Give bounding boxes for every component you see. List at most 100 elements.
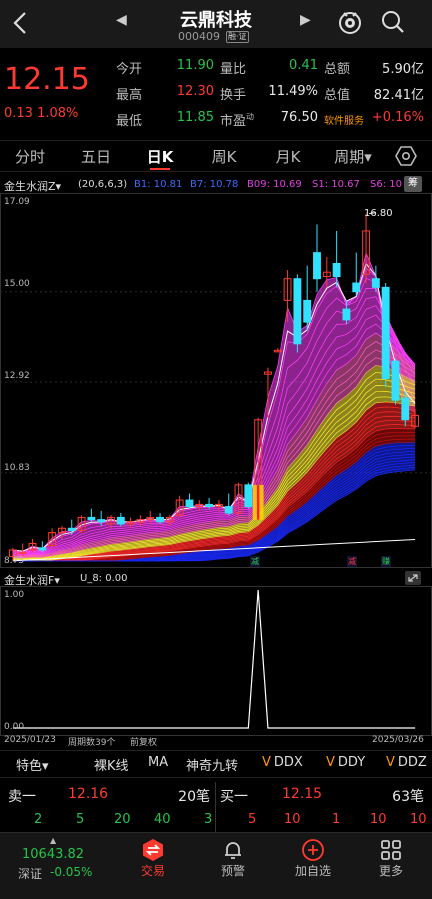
- candle-body: [97, 519, 106, 523]
- candle-body: [185, 499, 194, 508]
- trade-icon: [143, 839, 163, 861]
- indicator-params: (20,6,6,3): [78, 179, 128, 190]
- toolbar-ddx[interactable]: V DDX: [262, 755, 303, 770]
- y-label-2: 15.00: [4, 279, 30, 289]
- high-value: 12.30: [176, 84, 214, 99]
- kline-chart[interactable]: [0, 193, 432, 568]
- expand-icon[interactable]: [404, 570, 422, 586]
- price-adjust-mode[interactable]: 前复权: [130, 735, 157, 748]
- toolbar-featured-dropdown[interactable]: 特色▾: [16, 755, 49, 774]
- y-label-top: 17.09: [4, 197, 30, 207]
- nav-add-watchlist[interactable]: 加自选: [270, 832, 356, 899]
- sell-one-price: 12.16: [68, 786, 109, 802]
- candle-body: [352, 282, 361, 293]
- margin-tag-badge: 融·证: [226, 31, 249, 43]
- sub-y-label-bottom: 0.00: [4, 722, 25, 732]
- candle-body: [67, 527, 76, 531]
- toolbar-ddz[interactable]: V DDZ: [386, 755, 427, 770]
- indicator-value-s1: S1: 10.67: [312, 179, 360, 190]
- settings-hexagon-icon[interactable]: [395, 145, 417, 167]
- candle-body: [401, 397, 410, 421]
- open-label: 今开: [116, 62, 143, 77]
- candle-body: [313, 252, 321, 280]
- pe-value: 76.50: [280, 110, 318, 125]
- u8-series-line: [12, 589, 416, 729]
- candle-body: [244, 484, 253, 508]
- signal-marker-2: 减: [347, 556, 357, 567]
- tab-intraday[interactable]: 分时: [10, 146, 50, 167]
- peak-price-label: 16.80: [364, 208, 393, 219]
- toolbar-ddy[interactable]: V DDY: [326, 755, 365, 770]
- tab-monthly-k[interactable]: 月K: [268, 146, 308, 167]
- vip-badge-icon: V: [326, 755, 335, 770]
- sell-one-quantity: 20笔: [178, 789, 210, 805]
- vip-badge-icon: V: [262, 755, 271, 770]
- candle-body: [38, 547, 47, 551]
- candle-body: [371, 278, 380, 288]
- sub-y-label-top: 1.00: [4, 590, 25, 600]
- toolbar-magic-nine[interactable]: 神奇九转: [186, 755, 238, 774]
- current-price: 12.15: [4, 62, 90, 97]
- buy-detail-1: 5: [248, 812, 257, 827]
- indicator-selector[interactable]: 金生水润Z▾: [4, 178, 61, 194]
- active-tab-underline: [150, 168, 170, 170]
- pe-label-sup: 动: [246, 112, 255, 122]
- sector-label[interactable]: 软件服务: [324, 112, 364, 127]
- nav-alert[interactable]: 预警: [190, 832, 276, 899]
- indicator-fan: [12, 251, 416, 562]
- candle-body: [293, 278, 302, 345]
- sub-indicator-chart[interactable]: [0, 586, 432, 736]
- indicator-value-b7: B7: 10.78: [190, 179, 239, 190]
- tab-daily-k[interactable]: 日K: [140, 146, 180, 167]
- grid-icon: [381, 840, 401, 860]
- start-date: 2025/01/23: [4, 735, 56, 745]
- candle-body: [87, 516, 96, 521]
- nav-alert-label: 预警: [220, 864, 245, 878]
- stock-code: 000409: [178, 30, 220, 43]
- candle-body: [116, 516, 125, 525]
- pe-label-text: 市盈: [220, 114, 247, 129]
- toolbar-ddy-label: DDY: [337, 755, 366, 770]
- low-value: 11.85: [176, 110, 214, 125]
- candle-body: [205, 503, 214, 508]
- index-ticker[interactable]: ▲ 10643.82 深证 -0.05%: [0, 832, 108, 899]
- end-date: 2025/03/26: [372, 735, 424, 745]
- market-cap-label: 总值: [324, 88, 351, 103]
- tab-five-day[interactable]: 五日: [76, 146, 116, 167]
- sell-detail-2: 5: [76, 812, 85, 827]
- volume-ratio-value: 0.41: [289, 58, 318, 73]
- search-icon[interactable]: [380, 8, 406, 36]
- high-label: 最高: [116, 88, 143, 103]
- turnover-value: 11.49%: [268, 84, 318, 99]
- tab-weekly-k[interactable]: 周K: [204, 146, 244, 167]
- tab-period-dropdown[interactable]: 周期▾: [328, 146, 378, 167]
- nav-more[interactable]: 更多: [348, 832, 432, 899]
- volume-ratio-label: 量比: [220, 62, 247, 77]
- caret-up-icon: ▲: [50, 836, 57, 845]
- amount-value: 5.90亿: [382, 62, 424, 77]
- sub-chart-grid: [0, 586, 432, 736]
- robot-assistant-icon[interactable]: [336, 8, 364, 36]
- signal-marker-3: 赚: [381, 556, 391, 567]
- candle-body: [303, 299, 312, 323]
- toolbar-ma[interactable]: MA: [148, 755, 168, 770]
- sell-detail-3: 20: [114, 812, 131, 827]
- toolbar-naked-k[interactable]: 裸K线: [94, 755, 129, 774]
- nav-more-label: 更多: [378, 864, 403, 878]
- change-percent: 1.08%: [37, 106, 79, 121]
- vip-badge-icon: V: [386, 755, 395, 770]
- order-book-divider: [215, 782, 216, 832]
- signal-marker-1: 减: [250, 556, 260, 567]
- next-stock-button[interactable]: ▶: [300, 12, 311, 28]
- indicator-value-b09: B09: 10.69: [247, 179, 302, 190]
- price-change: 0.13 1.08%: [4, 106, 78, 121]
- pe-label: 市盈动: [220, 110, 254, 129]
- bell-icon: [225, 842, 241, 859]
- nav-trade[interactable]: 交易: [110, 832, 196, 899]
- buy-detail-3: 1: [332, 812, 341, 827]
- nav-trade-label: 交易: [140, 864, 165, 878]
- sub-chart-series: [12, 589, 416, 729]
- candle-body: [342, 308, 351, 321]
- amount-label: 总额: [324, 62, 351, 77]
- chip-distribution-toggle[interactable]: 筹: [404, 176, 422, 192]
